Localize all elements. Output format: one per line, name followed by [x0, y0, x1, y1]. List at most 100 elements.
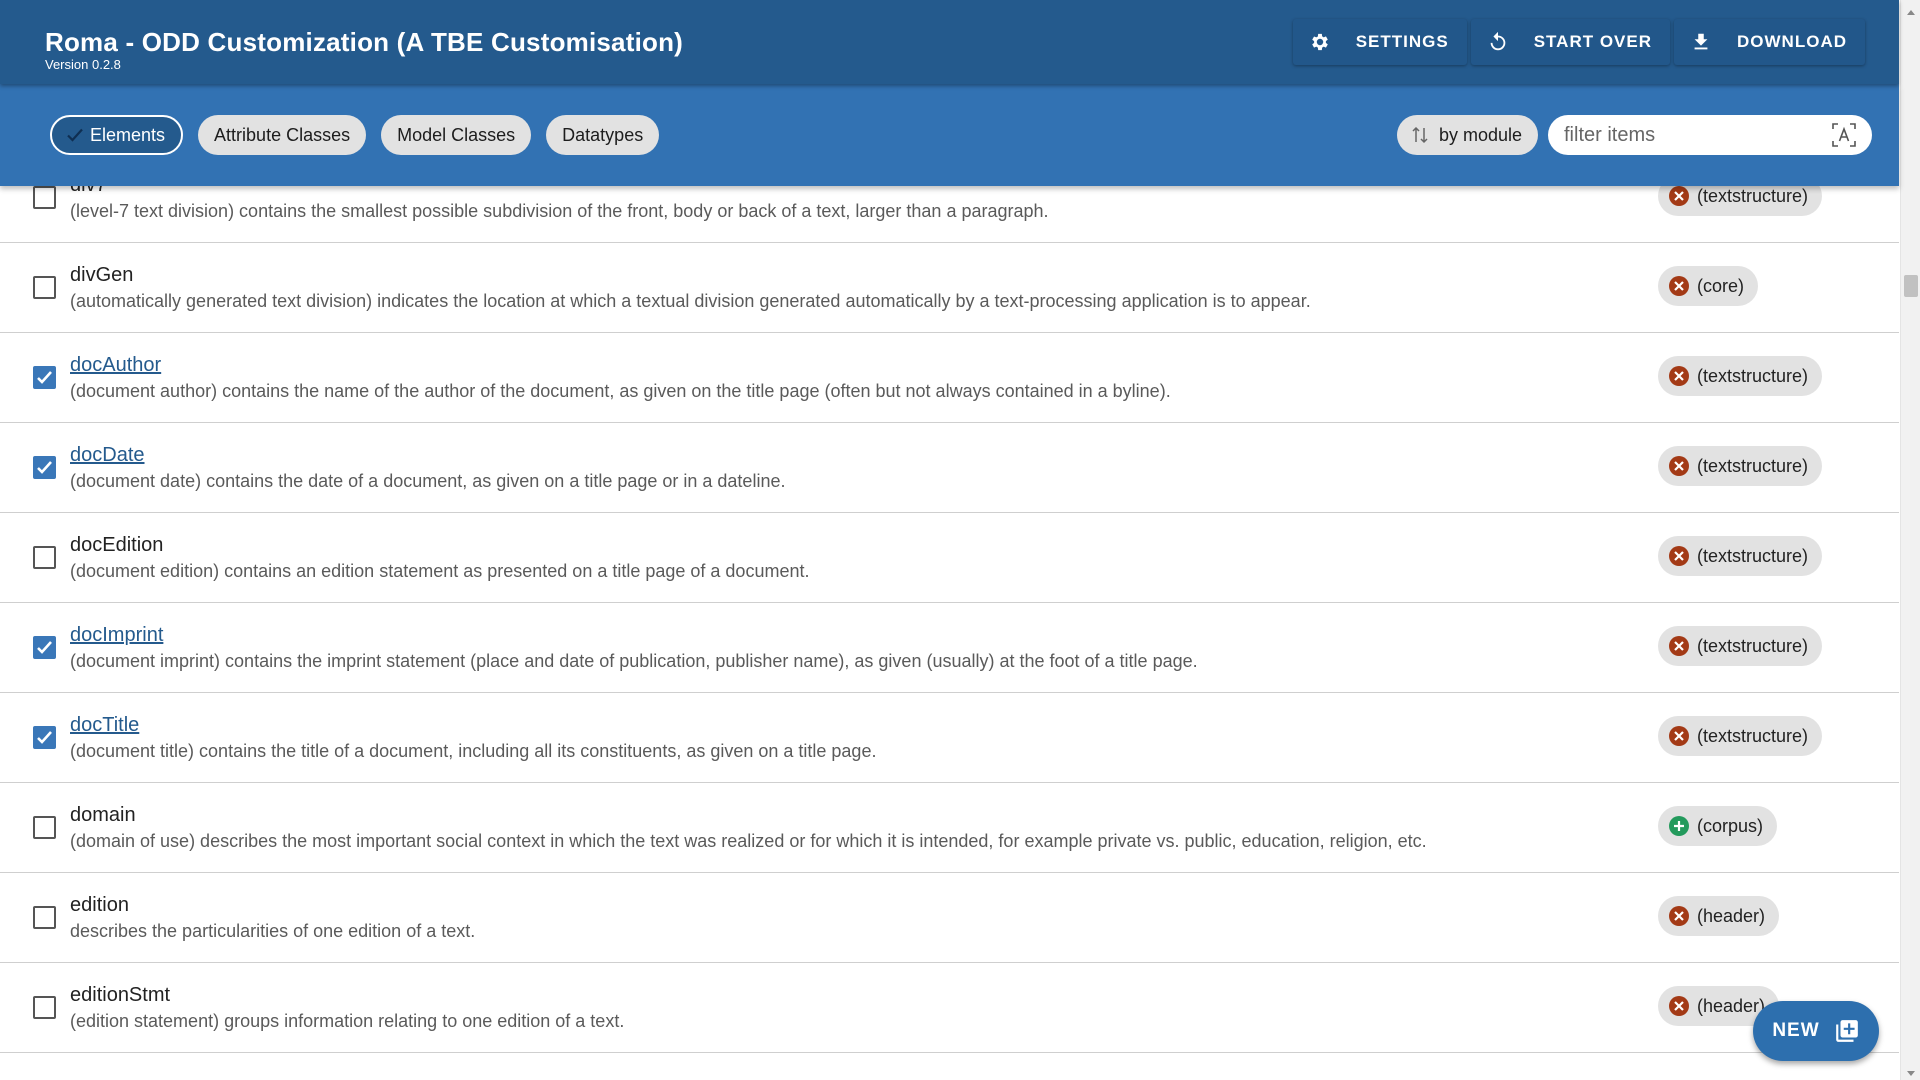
download-button[interactable]: DOWNLOAD	[1674, 19, 1865, 65]
module-label: (textstructure)	[1697, 725, 1809, 746]
app-title: Roma - ODD Customization (A TBE Customis…	[45, 27, 684, 57]
item-name: domain	[70, 804, 136, 826]
item-description: (level-7 text division) contains the sma…	[70, 201, 1049, 221]
toolbar: SETTINGS START OVER DOWNLOAD	[1292, 19, 1865, 65]
app-bar: Roma - ODD Customization (A TBE Customis…	[0, 0, 1899, 84]
add-box-icon	[1834, 1018, 1860, 1044]
item-checkbox[interactable]	[33, 186, 56, 209]
scroll-up-icon[interactable]	[1906, 5, 1916, 15]
item-name: edition	[70, 894, 129, 916]
start-over-button[interactable]: START OVER	[1470, 19, 1671, 65]
item-name[interactable]: docImprint	[70, 624, 163, 647]
module-label: (textstructure)	[1697, 545, 1809, 566]
restart-icon	[1487, 31, 1509, 53]
item-description: (edition statement) groups information r…	[70, 1011, 625, 1031]
sort-label: by module	[1439, 124, 1523, 145]
tab-attribute-classes-label: Attribute Classes	[214, 124, 351, 145]
item-description: (domain of use) describes the most impor…	[70, 831, 1427, 851]
download-label: DOWNLOAD	[1737, 32, 1847, 51]
scroll-thumb[interactable]	[1904, 275, 1918, 297]
remove-circle-icon[interactable]	[1668, 635, 1690, 657]
list-item: docDate (document date) contains the date…	[0, 423, 1899, 513]
module-chip[interactable]: (textstructure)	[1658, 356, 1823, 396]
remove-circle-icon[interactable]	[1668, 905, 1690, 927]
module-label: (header)	[1697, 995, 1766, 1016]
item-checkbox[interactable]	[33, 906, 56, 929]
item-description: (document date) contains the date of a d…	[70, 471, 786, 491]
new-button[interactable]: NEW	[1753, 1001, 1879, 1061]
module-label: (textstructure)	[1697, 365, 1809, 386]
tab-elements-label: Elements	[90, 124, 166, 145]
list-item: docTitle (document title) contains the ti…	[0, 693, 1899, 783]
module-chip[interactable]: (corpus)	[1658, 806, 1778, 846]
app-version: Version 0.2.8	[45, 57, 121, 72]
item-description: (automatically generated text division) …	[70, 291, 1311, 311]
remove-circle-icon[interactable]	[1668, 545, 1690, 567]
module-chip[interactable]: (core)	[1658, 266, 1759, 306]
list-item: docAuthor (document author) contains the …	[0, 333, 1899, 423]
start-over-label: START OVER	[1533, 32, 1653, 51]
scroll-down-icon[interactable]	[1906, 1065, 1916, 1076]
remove-circle-icon[interactable]	[1668, 275, 1690, 297]
tab-datatypes-label: Datatypes	[562, 124, 644, 145]
sort-by-module-button[interactable]: by module	[1397, 115, 1539, 155]
remove-circle-icon[interactable]	[1668, 995, 1690, 1017]
item-checkbox[interactable]	[33, 276, 56, 299]
item-description: (document author) contains the name of t…	[70, 381, 1171, 401]
filter-input[interactable]	[1564, 123, 1830, 147]
module-label: (header)	[1697, 905, 1766, 926]
module-chip[interactable]: (textstructure)	[1658, 716, 1823, 756]
item-description: (document edition) contains an edition s…	[70, 561, 810, 581]
list-item: domain (domain of use) describes the most…	[0, 783, 1899, 873]
item-name[interactable]: docAuthor	[70, 354, 161, 377]
item-description: describes the particularities of one edi…	[70, 921, 476, 941]
list-item: docImprint (document imprint) contains th…	[0, 603, 1899, 693]
remove-circle-icon[interactable]	[1668, 365, 1690, 387]
module-label: (textstructure)	[1697, 635, 1809, 656]
type-tabs: Elements Attribute Classes Model Classes…	[50, 115, 660, 155]
remove-circle-icon[interactable]	[1668, 185, 1690, 207]
module-label: (core)	[1697, 275, 1745, 296]
item-name: divGen	[70, 264, 134, 286]
tab-attribute-classes[interactable]: Attribute Classes	[198, 115, 367, 155]
list-item: docEdition (document edition) contains an…	[0, 513, 1899, 603]
element-list: div7(level-7 text division) contains the…	[0, 163, 1899, 1053]
item-checkbox[interactable]	[33, 546, 56, 569]
item-name[interactable]: docTitle	[70, 714, 139, 737]
item-checkbox[interactable]	[33, 996, 56, 1019]
module-chip[interactable]: (textstructure)	[1658, 446, 1823, 486]
item-name[interactable]: docDate	[70, 444, 145, 467]
sort-icon	[1411, 125, 1429, 145]
list-item: edition describes the particularities of …	[0, 873, 1899, 963]
settings-button[interactable]: SETTINGS	[1292, 19, 1467, 65]
filter-search	[1548, 115, 1872, 155]
item-checkbox[interactable]	[33, 636, 56, 659]
item-description: (document imprint) contains the imprint …	[70, 651, 1198, 671]
item-checkbox[interactable]	[33, 456, 56, 479]
tab-model-classes[interactable]: Model Classes	[381, 115, 532, 155]
item-name: editionStmt	[70, 984, 171, 1006]
remove-circle-icon[interactable]	[1668, 725, 1690, 747]
settings-label: SETTINGS	[1355, 32, 1449, 51]
remove-circle-icon[interactable]	[1668, 455, 1690, 477]
module-chip[interactable]: (header)	[1658, 896, 1780, 936]
item-checkbox[interactable]	[33, 366, 56, 389]
item-checkbox[interactable]	[33, 816, 56, 839]
add-circle-icon[interactable]	[1668, 815, 1690, 837]
tab-elements[interactable]: Elements	[50, 115, 184, 155]
module-label: (textstructure)	[1697, 455, 1809, 476]
new-label: NEW	[1772, 1020, 1820, 1041]
item-checkbox[interactable]	[33, 726, 56, 749]
tab-datatypes[interactable]: Datatypes	[546, 115, 660, 155]
list-item: divGen (automatically generated text divi…	[0, 243, 1899, 333]
item-description: (document title) contains the title of a…	[70, 741, 877, 761]
module-label: (corpus)	[1697, 815, 1764, 836]
module-chip[interactable]: (textstructure)	[1658, 626, 1823, 666]
scrollbar[interactable]	[1900, 0, 1920, 1080]
list-item: editionStmt (edition statement) groups in…	[0, 963, 1899, 1053]
module-chip[interactable]: (textstructure)	[1658, 536, 1823, 576]
gear-icon	[1309, 31, 1331, 53]
check-icon	[66, 126, 84, 144]
text-filter-icon[interactable]	[1830, 121, 1858, 149]
module-label: (textstructure)	[1697, 185, 1809, 206]
